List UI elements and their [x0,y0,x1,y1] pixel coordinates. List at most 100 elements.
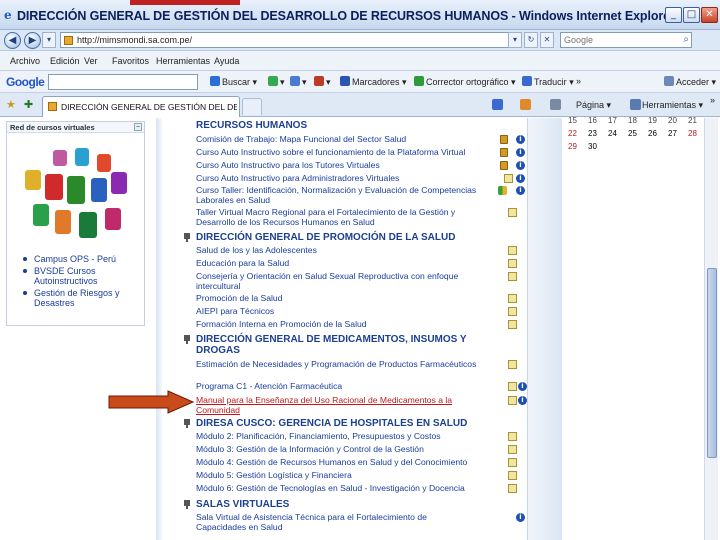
search-icon[interactable]: ⌕ [683,34,689,45]
course-link[interactable]: Curso Auto Instructivo para los Tutores … [196,160,525,171]
course-icons [496,246,526,256]
course-link[interactable]: Módulo 3: Gestión de la Información y Co… [196,444,517,455]
calendar-day[interactable]: 22 [568,129,588,138]
link-bvsde[interactable]: BVSDE Cursos Autoinstructivos [23,266,141,286]
tab-more-chevron[interactable]: » [710,95,715,105]
forward-button[interactable]: ▶ [24,32,41,49]
course-link[interactable]: Curso Auto Instructivo sobre el funciona… [196,147,525,158]
url-field[interactable]: http://mimsmondi.sa.com.pe/ [60,32,520,48]
lock-icon [500,161,508,170]
panel-minimize-button[interactable]: – [134,123,142,131]
info-icon[interactable]: i [516,174,525,183]
menu-herramientas[interactable]: Herramientas [156,56,210,66]
google-search-input[interactable] [48,74,198,90]
calendar-day[interactable]: 30 [588,142,608,151]
calendar-row: 29 30 [568,142,608,151]
add-favorite-icon[interactable]: ✚ [24,98,33,111]
course-link[interactable]: Taller Virtual Macro Regional para el Fo… [196,207,517,227]
print-icon[interactable] [550,99,561,110]
minimize-button[interactable]: _ [665,7,682,23]
info-icon[interactable]: i [516,186,525,195]
stop-button[interactable]: ✕ [540,32,554,48]
calendar-day[interactable]: 25 [628,129,648,138]
calendar-day[interactable]: 24 [608,129,628,138]
course-link[interactable]: Curso Taller: Identificación, Normalizac… [196,185,525,205]
home-icon[interactable] [492,99,503,110]
new-tab-button[interactable] [242,98,262,115]
course-link[interactable]: Módulo 4: Gestión de Recursos Humanos en… [196,457,517,468]
corrector-button[interactable]: Corrector ortográfico ▾ [414,76,516,88]
traducir-button[interactable]: Traducir ▾ [522,76,574,88]
acceder-button[interactable]: Acceder ▾ [664,76,716,88]
search-input[interactable] [561,33,671,47]
menu-ayuda[interactable]: Ayuda [214,56,239,66]
calendar-day[interactable]: 20 [668,116,688,125]
info-icon[interactable]: i [518,396,527,405]
course-link[interactable]: Consejería y Orientación en Salud Sexual… [196,271,517,291]
refresh-button[interactable]: ↻ [524,32,538,48]
back-button[interactable]: ◀ [4,32,21,49]
tag-icon [508,272,517,281]
info-icon[interactable]: i [516,513,525,522]
toolbar-puzzle-button[interactable]: ▾ [290,76,307,88]
calendar-day[interactable]: 16 [588,116,608,125]
close-button[interactable]: ✕ [701,7,718,23]
more-chevron[interactable]: » [576,76,581,86]
course-icons: i [496,186,526,196]
google-buscar-button[interactable]: Buscar ▾ [210,76,257,88]
calendar-day[interactable]: 23 [588,129,608,138]
feeds-icon[interactable] [520,99,531,110]
url-dropdown[interactable]: ▾ [508,32,522,48]
course-link[interactable]: Módulo 5: Gestión Logística y Financiera [196,470,517,481]
tools-gear-icon[interactable] [630,99,641,110]
course-link[interactable]: Salud de los y las Adolescentes [196,245,517,256]
course-link-highlighted[interactable]: Manual para la Enseñanza del Uso Raciona… [196,395,527,415]
course-link[interactable]: Formación Interna en Promoción de la Sal… [196,319,517,330]
marcadores-button[interactable]: Marcadores ▾ [340,76,407,88]
menu-ver[interactable]: Ver [84,56,98,66]
link-gestion-riesgos[interactable]: Gestión de Riesgos y Desastres [23,288,141,308]
menu-edicion[interactable]: Edición [50,56,80,66]
favorites-star-icon[interactable]: ★ [6,98,16,111]
info-icon[interactable]: i [518,382,527,391]
translate-icon [522,76,532,86]
section-title: DIRESA CUSCO: GERENCIA DE HOSPITALES EN … [196,418,468,429]
calendar-day[interactable]: 18 [628,116,648,125]
course-link[interactable]: Módulo 6: Gestión de Tecnologías en Salu… [196,483,517,494]
toolbar-plus-button[interactable]: ▾ [268,76,285,88]
calendar-day[interactable]: 27 [668,129,688,138]
menu-archivo[interactable]: Archivo [10,56,40,66]
info-icon[interactable]: i [516,148,525,157]
course-link[interactable]: Módulo 2: Planificación, Financiamiento,… [196,431,517,442]
maximize-button[interactable]: □ [683,7,700,23]
scrollbar-thumb[interactable] [707,268,717,458]
course-link[interactable]: Sala Virtual de Asistencia Técnica para … [196,512,525,532]
acceder-label: Acceder [676,77,710,87]
herramientas-menu[interactable]: Herramientas ▾ [642,100,703,111]
calendar-day[interactable]: 19 [648,116,668,125]
course-link[interactable]: Educación para la Salud [196,258,517,269]
vertical-scrollbar[interactable] [704,118,718,540]
toolbar-news-button[interactable]: ▾ [314,76,331,88]
course-link[interactable]: Estimación de Necesidades y Programación… [196,359,517,370]
section-title: RECURSOS HUMANOS [196,120,308,131]
course-link[interactable]: AIEPI para Técnicos [196,306,517,317]
info-icon[interactable]: i [516,135,525,144]
tab-active[interactable]: DIRECCIÓN GENERAL DE GESTIÓN DEL DESA... [42,96,240,117]
course-link[interactable]: Programa C1 - Atención Farmacéutica i [196,381,527,392]
course-link[interactable]: Promoción de la Salud [196,293,517,304]
course-label: Curso Taller: Identificación, Normalizac… [196,185,477,205]
link-campus-ops[interactable]: Campus OPS - Perú [23,254,141,264]
title-bar: e DIRECCIÓN GENERAL DE GESTIÓN DEL DESAR… [0,0,720,30]
course-link[interactable]: Curso Auto Instructivo para Administrado… [196,173,525,184]
course-link[interactable]: Comisión de Trabajo: Mapa Funcional del … [196,134,525,145]
calendar-day[interactable]: 29 [568,142,588,151]
history-dropdown[interactable]: ▾ [42,32,56,48]
calendar-day[interactable]: 15 [568,116,588,125]
menu-favoritos[interactable]: Favoritos [112,56,149,66]
info-icon[interactable]: i [516,161,525,170]
pagina-menu[interactable]: Página ▾ [576,100,611,111]
calendar-widget: 15 16 17 18 19 20 21 22 23 24 25 26 27 28 29 30 [564,116,704,158]
calendar-day[interactable]: 17 [608,116,628,125]
calendar-day[interactable]: 26 [648,129,668,138]
